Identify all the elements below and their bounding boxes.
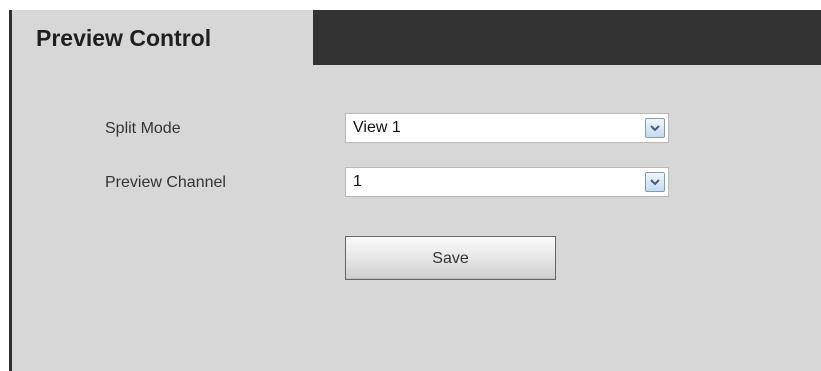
split-mode-value: View 1: [353, 119, 401, 136]
split-mode-select[interactable]: View 1: [345, 113, 669, 143]
chevron-down-icon[interactable]: [645, 118, 665, 138]
preview-control-panel: Preview Control Split Mode View 1 Previe…: [9, 10, 821, 371]
header-tab: Preview Control: [12, 10, 313, 65]
preview-channel-select[interactable]: 1: [345, 167, 669, 197]
split-mode-label: Split Mode: [105, 120, 181, 137]
save-button-label: Save: [432, 250, 469, 267]
page-title: Preview Control: [36, 25, 212, 51]
preview-channel-label: Preview Channel: [105, 174, 226, 191]
save-button[interactable]: Save: [345, 236, 556, 280]
chevron-down-icon[interactable]: [645, 172, 665, 192]
preview-channel-value: 1: [353, 173, 362, 190]
